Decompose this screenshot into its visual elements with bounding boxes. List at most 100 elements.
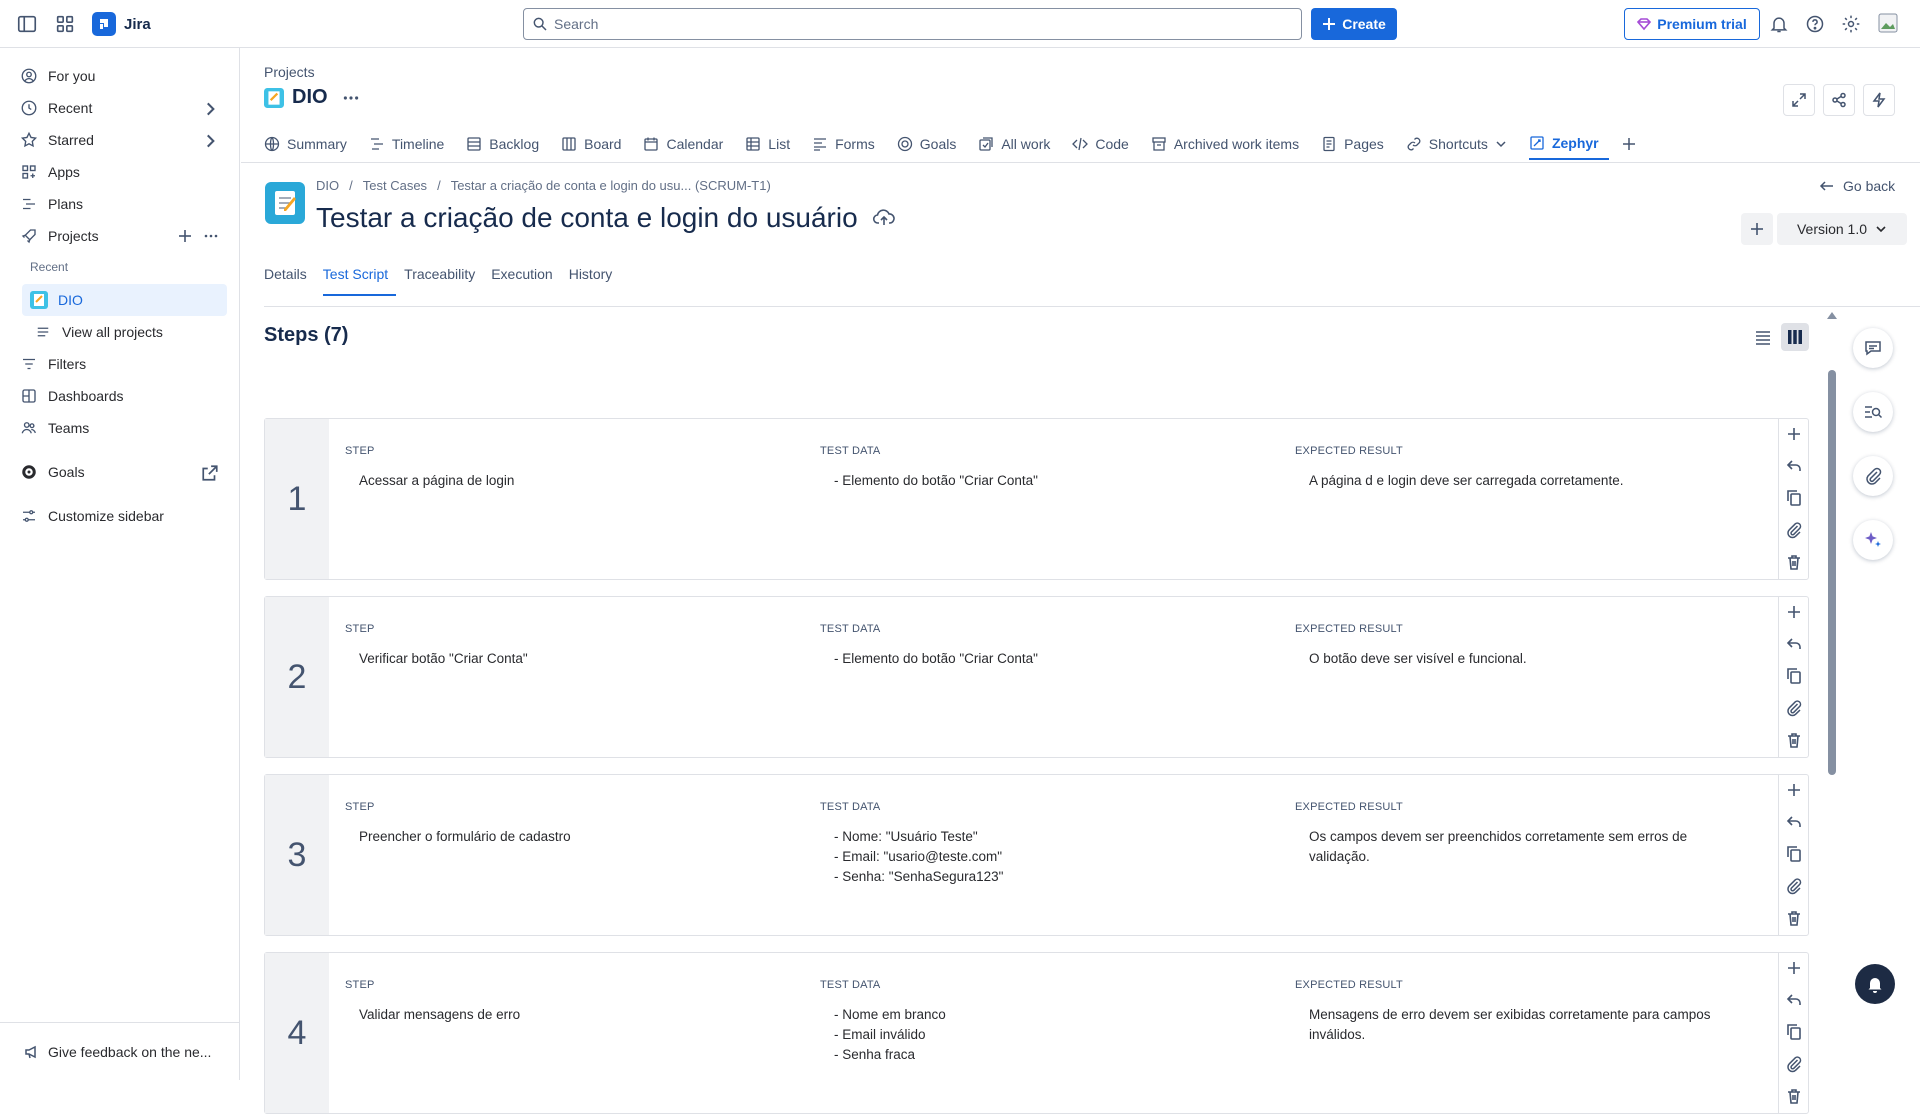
paperclip-icon[interactable]: [1785, 877, 1803, 895]
sidebar-item-starred[interactable]: Starred: [12, 124, 227, 156]
undo-icon[interactable]: [1785, 813, 1803, 831]
trash-icon[interactable]: [1785, 909, 1803, 927]
scrollbar-thumb[interactable]: [1828, 370, 1836, 775]
add-step-icon[interactable]: [1785, 959, 1803, 977]
breadcrumb-item[interactable]: DIO: [316, 178, 339, 193]
sidebar-item-for-you[interactable]: For you: [12, 60, 227, 92]
step-description-column[interactable]: STEP Verificar botão "Criar Conta": [345, 623, 785, 669]
more-icon[interactable]: [203, 228, 219, 244]
tab-test-script[interactable]: Test Script: [322, 266, 397, 296]
search-input[interactable]: Search: [523, 8, 1302, 40]
tab-backlog[interactable]: Backlog: [466, 128, 549, 160]
step-card[interactable]: 3 STEP Preencher o formulário de cadastro T…: [264, 774, 1809, 936]
expected-result-column[interactable]: EXPECTED RESULT O botão deve ser visível …: [1295, 623, 1715, 669]
give-feedback-button[interactable]: Give feedback on the ne...: [0, 1022, 239, 1080]
help-icon[interactable]: [1805, 14, 1825, 34]
sidebar-item-teams[interactable]: Teams: [12, 412, 227, 444]
automation-button[interactable]: [1863, 84, 1895, 116]
test-data-column[interactable]: TEST DATA - Elemento do botão "Criar Cont…: [820, 445, 1260, 491]
sidebar-item-goals[interactable]: Goals: [12, 456, 227, 488]
attachments-button[interactable]: [1853, 456, 1893, 496]
tab-pages[interactable]: Pages: [1321, 128, 1394, 160]
breadcrumb-item[interactable]: Test Cases: [363, 178, 427, 193]
add-step-icon[interactable]: [1785, 781, 1803, 799]
create-button[interactable]: Create: [1311, 8, 1397, 40]
search-details-button[interactable]: [1853, 392, 1893, 432]
ai-assist-button[interactable]: [1853, 520, 1893, 560]
undo-icon[interactable]: [1785, 457, 1803, 475]
step-description-column[interactable]: STEP Acessar a página de login: [345, 445, 785, 491]
copy-icon[interactable]: [1785, 489, 1803, 507]
tab-timeline[interactable]: Timeline: [369, 128, 454, 160]
avatar[interactable]: [1877, 12, 1899, 34]
expected-result-column[interactable]: EXPECTED RESULT Os campos devem ser preen…: [1295, 801, 1715, 867]
go-back-button[interactable]: Go back: [1819, 178, 1895, 194]
step-card[interactable]: 4 STEP Validar mensagens de erro TEST DATA -…: [264, 952, 1809, 1114]
sidebar-item-view-all-projects[interactable]: View all projects: [26, 316, 241, 348]
expected-result-column[interactable]: EXPECTED RESULT Mensagens de erro devem s…: [1295, 979, 1715, 1045]
add-version-button[interactable]: [1741, 213, 1773, 245]
comments-button[interactable]: [1853, 328, 1893, 368]
tab-goals[interactable]: Goals: [897, 128, 967, 160]
notifications-icon[interactable]: [1769, 14, 1789, 34]
tab-code[interactable]: Code: [1072, 128, 1138, 160]
version-select[interactable]: Version 1.0: [1777, 213, 1907, 245]
tab-list[interactable]: List: [745, 128, 800, 160]
fullscreen-button[interactable]: [1783, 84, 1815, 116]
tab-history[interactable]: History: [569, 266, 621, 296]
list-view-button[interactable]: [1749, 323, 1777, 351]
add-step-icon[interactable]: [1785, 425, 1803, 443]
add-tab-button[interactable]: [1621, 128, 1647, 160]
paperclip-icon[interactable]: [1785, 1055, 1803, 1073]
sidebar-item-apps[interactable]: Apps: [12, 156, 227, 188]
jira-logo[interactable]: Jira: [92, 12, 151, 36]
premium-trial-button[interactable]: Premium trial: [1624, 8, 1760, 40]
copy-icon[interactable]: [1785, 667, 1803, 685]
app-switcher-icon[interactable]: [54, 13, 76, 35]
tab-shortcuts[interactable]: Shortcuts: [1406, 128, 1517, 160]
test-data-column[interactable]: TEST DATA - Nome: "Usuário Teste" - Email:…: [820, 801, 1260, 887]
share-button[interactable]: [1823, 84, 1855, 116]
sidebar-item-dashboards[interactable]: Dashboards: [12, 380, 227, 412]
step-card[interactable]: 2 STEP Verificar botão "Criar Conta" TEST D…: [264, 596, 1809, 758]
expected-result-column[interactable]: EXPECTED RESULT A página d e login deve s…: [1295, 445, 1715, 491]
sidebar-item-plans[interactable]: Plans: [12, 188, 227, 220]
sidebar-item-filters[interactable]: Filters: [12, 348, 227, 380]
test-data-column[interactable]: TEST DATA - Nome em branco - Email inválid…: [820, 979, 1260, 1065]
step-description-column[interactable]: STEP Preencher o formulário de cadastro: [345, 801, 785, 847]
tab-execution[interactable]: Execution: [491, 266, 560, 296]
sidebar-item-projects[interactable]: Projects: [12, 220, 227, 252]
tab-details[interactable]: Details: [264, 266, 315, 296]
breadcrumb-projects[interactable]: Projects: [264, 64, 315, 80]
trash-icon[interactable]: [1785, 731, 1803, 749]
trash-icon[interactable]: [1785, 553, 1803, 571]
tab-summary[interactable]: Summary: [264, 128, 357, 160]
notifications-fab[interactable]: [1855, 964, 1895, 1004]
add-step-icon[interactable]: [1785, 603, 1803, 621]
test-data-column[interactable]: TEST DATA - Elemento do botão "Criar Cont…: [820, 623, 1260, 669]
undo-icon[interactable]: [1785, 635, 1803, 653]
tab-forms[interactable]: Forms: [812, 128, 885, 160]
tab-zephyr[interactable]: Zephyr: [1528, 128, 1609, 160]
tab-archived-work-items[interactable]: Archived work items: [1151, 128, 1309, 160]
step-card[interactable]: 1 STEP Acessar a página de login TEST DATA -…: [264, 418, 1809, 580]
trash-icon[interactable]: [1785, 1087, 1803, 1105]
step-description-column[interactable]: STEP Validar mensagens de erro: [345, 979, 785, 1025]
copy-icon[interactable]: [1785, 845, 1803, 863]
tab-all-work[interactable]: All work: [978, 128, 1060, 160]
sidebar-item-recent[interactable]: Recent: [12, 92, 227, 124]
sidebar-item-customize[interactable]: Customize sidebar: [12, 500, 227, 532]
sidebar-toggle-icon[interactable]: [16, 13, 38, 35]
paperclip-icon[interactable]: [1785, 521, 1803, 539]
tab-traceability[interactable]: Traceability: [404, 266, 483, 296]
settings-icon[interactable]: [1841, 14, 1861, 34]
undo-icon[interactable]: [1785, 991, 1803, 1009]
column-view-button[interactable]: [1781, 323, 1809, 351]
add-project-icon[interactable]: [177, 228, 193, 244]
cloud-sync-icon[interactable]: [872, 206, 896, 230]
breadcrumb-item[interactable]: Testar a criação de conta e login do usu…: [451, 178, 771, 193]
more-icon[interactable]: [342, 89, 360, 107]
scroll-up-arrow[interactable]: [1827, 312, 1837, 319]
copy-icon[interactable]: [1785, 1023, 1803, 1041]
tab-board[interactable]: Board: [561, 128, 631, 160]
